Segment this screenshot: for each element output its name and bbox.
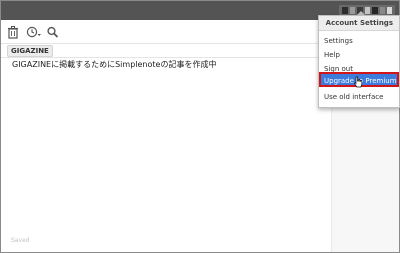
menu-item-use-old-interface[interactable]: Use old interface [324,92,383,102]
hand-cursor-icon [354,76,363,88]
note-tag[interactable]: GIGAZINE [7,45,53,57]
trash-icon[interactable] [6,25,20,39]
note-editor-text[interactable]: GIGAZINEに掲載するためにSimplenoteの記事を作成中 [12,59,216,70]
menu-title: Account Settings [319,16,399,31]
history-icon[interactable] [26,25,42,39]
search-icon[interactable] [46,25,60,39]
tag-bar: GIGAZINE [1,43,331,58]
menu-item-settings[interactable]: Settings [324,36,353,46]
menu-item-help[interactable]: Help [324,50,340,60]
save-status: Saved [11,237,30,244]
account-settings-menu: Account Settings Settings Help Sign out … [318,15,400,108]
